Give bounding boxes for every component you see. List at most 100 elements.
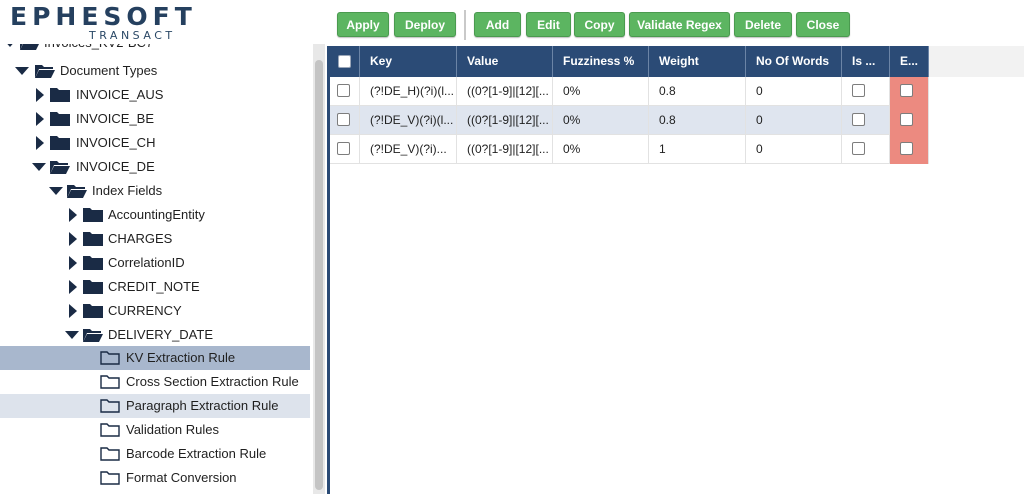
cell-value: ((0?[1-9]|[12][... <box>457 135 553 164</box>
apply-button[interactable]: Apply <box>337 12 389 37</box>
cell-e[interactable] <box>890 106 929 135</box>
cell-is[interactable] <box>842 135 890 164</box>
table-row[interactable]: (?!DE_V)(?i)(l... ((0?[1-9]|[12][... 0% … <box>330 106 929 135</box>
tree-node-label: Cross Section Extraction Rule <box>126 374 299 389</box>
folder-icon <box>83 256 103 270</box>
cell-weight: 0.8 <box>649 106 746 135</box>
validate-regex-button[interactable]: Validate Regex <box>629 12 730 37</box>
chevron-right-icon[interactable] <box>68 251 78 275</box>
tree-root[interactable]: Invoices_KV2-BC7 <box>0 44 310 55</box>
chevron-down-icon[interactable] <box>65 323 79 347</box>
tree-node-kv-extraction-rule[interactable]: KV Extraction Rule <box>0 346 310 370</box>
copy-button[interactable]: Copy <box>574 12 625 37</box>
chevron-right-icon[interactable] <box>68 299 78 323</box>
table-row[interactable]: (?!DE_H)(?i)(l... ((0?[1-9]|[12][... 0% … <box>330 77 929 106</box>
add-button[interactable]: Add <box>474 12 521 37</box>
toolbar-divider <box>464 10 466 40</box>
folder-icon <box>50 112 70 126</box>
cell-is[interactable] <box>842 77 890 106</box>
tree-node-validation-rules[interactable]: Validation Rules <box>0 418 310 442</box>
e-checkbox[interactable] <box>900 142 913 155</box>
scrollbar-thumb[interactable] <box>315 60 323 490</box>
deploy-button[interactable]: Deploy <box>394 12 456 37</box>
chevron-down-icon[interactable] <box>3 44 17 55</box>
tree-node-paragraph-extraction-rule[interactable]: Paragraph Extraction Rule <box>0 394 310 418</box>
column-header-no-of-words[interactable]: No Of Words <box>746 46 842 77</box>
tree-node-index-fields[interactable]: Index Fields <box>0 179 310 203</box>
cell-fuzziness: 0% <box>553 106 649 135</box>
folder-icon <box>83 304 103 318</box>
logo-wordmark: EPHESOFT <box>10 2 197 31</box>
chevron-right-icon[interactable] <box>68 275 78 299</box>
row-checkbox[interactable] <box>337 84 350 97</box>
tree-node-label: INVOICE_CH <box>76 135 156 150</box>
column-header-is[interactable]: Is ... <box>842 46 890 77</box>
ephesoft-logo: EPHESOFT TRANSACT <box>10 2 192 44</box>
tree-node-currency[interactable]: CURRENCY <box>0 299 310 323</box>
tree-node-label: CHARGES <box>108 231 173 246</box>
is-checkbox[interactable] <box>852 113 865 126</box>
chevron-down-icon[interactable] <box>15 59 29 83</box>
table-row[interactable]: (?!DE_V)(?i)... ((0?[1-9]|[12][... 0% 1 … <box>330 135 929 164</box>
column-header-fuzziness[interactable]: Fuzziness % <box>553 46 649 77</box>
tree-node-credit-note[interactable]: CREDIT_NOTE <box>0 275 310 299</box>
tree-node-document-types[interactable]: Document Types <box>0 59 310 83</box>
tree-node-label: CURRENCY <box>108 303 182 318</box>
folder-open-icon <box>67 185 87 198</box>
cell-e[interactable] <box>890 77 929 106</box>
tree-node-delivery-date[interactable]: DELIVERY_DATE <box>0 323 310 347</box>
close-button[interactable]: Close <box>796 12 850 37</box>
tree-node-accountingentity[interactable]: AccountingEntity <box>0 203 310 227</box>
edit-button[interactable]: Edit <box>526 12 571 37</box>
column-header-key[interactable]: Key <box>360 46 457 77</box>
cell-weight: 0.8 <box>649 77 746 106</box>
tree-node-label: Paragraph Extraction Rule <box>126 398 279 413</box>
tree-node-cross-section-extraction-rule[interactable]: Cross Section Extraction Rule <box>0 370 310 394</box>
chevron-right-icon[interactable] <box>35 131 45 155</box>
cell-e[interactable] <box>890 135 929 164</box>
chevron-right-icon[interactable] <box>35 107 45 131</box>
tree-node-invoice-de[interactable]: INVOICE_DE <box>0 155 310 179</box>
tree-node-correlationid[interactable]: CorrelationID <box>0 251 310 275</box>
tree-node-invoice-aus[interactable]: INVOICE_AUS <box>0 83 310 107</box>
row-checkbox[interactable] <box>337 113 350 126</box>
cell-value: ((0?[1-9]|[12][... <box>457 106 553 135</box>
tree-node-charges[interactable]: CHARGES <box>0 227 310 251</box>
chevron-right-icon[interactable] <box>35 83 45 107</box>
tree-scrollbar[interactable] <box>313 44 325 494</box>
select-all-header[interactable] <box>330 46 360 77</box>
cell-no-of-words: 0 <box>746 135 842 164</box>
tree-node-invoice-ch[interactable]: INVOICE_CH <box>0 131 310 155</box>
row-checkbox[interactable] <box>337 142 350 155</box>
folder-open-icon <box>50 161 70 174</box>
tree-node-format-conversion[interactable]: Format Conversion <box>0 466 310 490</box>
select-all-checkbox[interactable] <box>338 55 351 68</box>
chevron-right-icon[interactable] <box>68 227 78 251</box>
tree-node-invoice-be[interactable]: INVOICE_BE <box>0 107 310 131</box>
column-header-e[interactable]: E... <box>890 46 929 77</box>
row-select-cell[interactable] <box>330 106 360 135</box>
column-header-weight[interactable]: Weight <box>649 46 746 77</box>
row-select-cell[interactable] <box>330 77 360 106</box>
folder-open-icon <box>83 329 103 342</box>
is-checkbox[interactable] <box>852 84 865 97</box>
grid-header: Key Value Fuzziness % Weight No Of Words… <box>330 46 929 77</box>
logo-tagline: TRANSACT <box>89 29 176 42</box>
folder-outline-icon <box>100 471 120 485</box>
chevron-right-icon[interactable] <box>68 203 78 227</box>
cell-is[interactable] <box>842 106 890 135</box>
tree-node-barcode-extraction-rule[interactable]: Barcode Extraction Rule <box>0 442 310 466</box>
folder-outline-icon <box>100 351 120 365</box>
folder-outline-icon <box>100 399 120 413</box>
e-checkbox[interactable] <box>900 113 913 126</box>
e-checkbox[interactable] <box>900 84 913 97</box>
tree-node-label: CREDIT_NOTE <box>108 279 200 294</box>
cell-key: (?!DE_V)(?i)... <box>360 135 457 164</box>
delete-button[interactable]: Delete <box>734 12 792 37</box>
column-header-value[interactable]: Value <box>457 46 553 77</box>
tree-root-label: Invoices_KV2-BC7 <box>44 44 153 55</box>
chevron-down-icon[interactable] <box>32 155 46 179</box>
is-checkbox[interactable] <box>852 142 865 155</box>
chevron-down-icon[interactable] <box>49 179 63 203</box>
row-select-cell[interactable] <box>330 135 360 164</box>
